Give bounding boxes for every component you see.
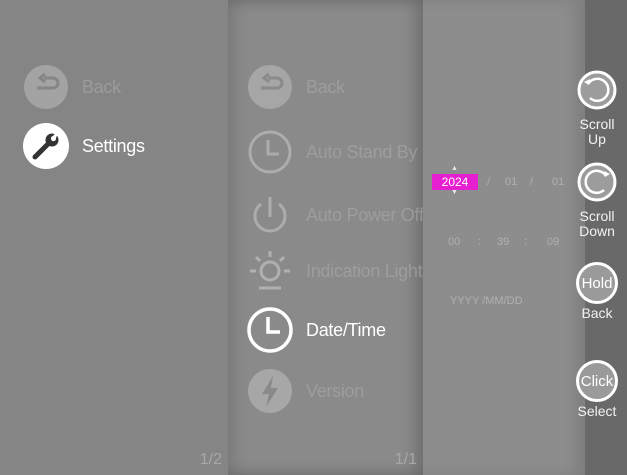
menu-item-label: Back — [82, 76, 121, 97]
time-separator: : — [478, 236, 482, 248]
month-field[interactable]: 01 — [505, 176, 517, 188]
settings-item-label: Auto Power Off — [306, 204, 424, 225]
scroll-up-icon — [577, 70, 617, 115]
hour-field[interactable]: 00 — [448, 236, 460, 248]
decrement-arrow-icon: ▼ — [451, 189, 458, 196]
settings-item-auto-stand-by[interactable]: Auto Stand By — [246, 128, 417, 176]
click-select-label: Select — [577, 403, 617, 419]
settings-item-label: Date/Time — [306, 319, 386, 340]
wrench-icon — [22, 122, 70, 170]
settings-item-label: Version — [306, 380, 364, 401]
menu-item-settings[interactable]: Settings — [22, 122, 145, 170]
date-separator: / — [530, 176, 534, 188]
power-icon — [246, 191, 294, 239]
hold-back-button[interactable]: Hold Back — [566, 262, 627, 321]
scroll-down-label: Scroll Down — [579, 208, 615, 239]
scroll-down-button[interactable]: Scroll Down — [566, 162, 627, 239]
scroll-up-label: Scroll Up — [579, 116, 615, 147]
click-button-icon: Click — [576, 360, 618, 402]
page-indicator: 1/1 — [394, 451, 417, 468]
increment-arrow-icon: ▲ — [451, 165, 458, 172]
second-field[interactable]: 09 — [547, 236, 559, 248]
year-field[interactable]: 2024 — [432, 174, 478, 190]
settings-item-auto-power-off[interactable]: Auto Power Off — [246, 191, 424, 239]
settings-item-date-time[interactable]: Date/Time — [246, 306, 386, 354]
date-format-label: YYYY /MM/DD — [450, 295, 523, 307]
clock-icon — [246, 128, 294, 176]
menu-item-label: Settings — [82, 135, 145, 156]
settings-panel: Back Auto Stand By Auto Power Off Indica… — [228, 0, 424, 475]
light-icon — [246, 247, 294, 295]
settings-item-back[interactable]: Back — [246, 63, 345, 111]
menu-item-back[interactable]: Back — [22, 63, 121, 111]
settings-item-version[interactable]: Version — [246, 367, 364, 415]
scroll-down-icon — [577, 162, 617, 207]
clock-icon — [246, 306, 294, 354]
click-select-button[interactable]: Click Select — [566, 360, 627, 419]
hold-button-icon: Hold — [576, 262, 618, 304]
back-arrow-icon — [22, 63, 70, 111]
settings-item-label: Indication Light — [306, 260, 423, 281]
minute-field[interactable]: 39 — [497, 236, 509, 248]
date-separator: / — [487, 176, 491, 188]
settings-item-label: Back — [306, 76, 345, 97]
back-arrow-icon — [246, 63, 294, 111]
time-separator: : — [524, 236, 528, 248]
hold-back-label: Back — [581, 305, 613, 321]
page-indicator: 1/2 — [199, 451, 222, 468]
main-menu-panel: Back Settings 1/2 — [0, 0, 228, 475]
day-field[interactable]: 01 — [552, 176, 564, 188]
scroll-up-button[interactable]: Scroll Up — [566, 70, 627, 147]
settings-item-label: Auto Stand By — [306, 141, 418, 162]
lightning-icon — [246, 367, 294, 415]
settings-item-indication-light[interactable]: Indication Light — [246, 247, 423, 295]
